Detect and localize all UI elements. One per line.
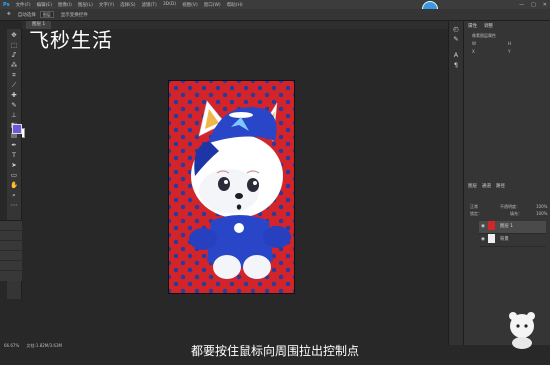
puppy-illustration [189,100,291,279]
hand-tool-icon[interactable]: ✋ [8,181,20,190]
move-tool-icon[interactable]: ✥ [8,31,20,40]
x-field[interactable]: X [472,49,475,55]
fill-value[interactable]: 100% [536,211,547,217]
tab-adjustments[interactable]: 调整 [484,23,493,29]
foreground-color-swatch[interactable] [12,124,22,134]
window-controls: — □ ✕ [519,0,547,9]
lock-label: 锁定： [470,211,482,216]
maximize-icon[interactable]: □ [531,2,536,8]
path-selection-tool-icon[interactable]: ➤ [8,161,20,170]
zoom-tool-icon[interactable]: ⌕ [8,191,20,200]
shape-tool-icon[interactable]: ▭ [8,171,20,180]
visibility-eye-icon[interactable]: ◉ [481,224,485,229]
menu-select[interactable]: 选择(S) [117,2,138,8]
layer-thumbnail [488,221,496,230]
auto-select-dropdown[interactable]: 图层 [39,11,54,18]
fill-label: 填充： [510,211,522,216]
left-panel-row[interactable] [0,241,22,251]
opacity-label: 不透明度： [500,204,520,209]
layer-name[interactable]: 背景 [500,237,509,242]
left-panel-row[interactable] [0,231,22,241]
menu-type[interactable]: 文字(Y) [96,2,117,8]
tab-properties[interactable]: 属性 [468,23,477,29]
width-field[interactable]: W [472,41,476,47]
menu-3d[interactable]: 3D(D) [160,2,179,7]
menu-image[interactable]: 图像(I) [55,2,75,8]
marquee-tool-icon[interactable]: ⬚ [8,41,20,50]
photoshop-logo-icon: Ps [3,1,10,8]
tab-channels[interactable]: 通道 [482,183,491,189]
right-panel-dock: 属性 调整 像素图层属性 W H X Y 图层 通道 路径 正常 不透明度： 1… [463,21,550,345]
visibility-eye-icon[interactable]: ◉ [481,237,485,242]
move-tool-icon[interactable]: ✥ [7,12,11,17]
height-field[interactable]: H [508,41,511,47]
show-transform-checkbox[interactable]: 显示变换控件 [61,12,88,18]
layer-name[interactable]: 图层 1 [500,224,513,229]
opacity-value[interactable]: 100% [536,204,547,210]
crop-tool-icon[interactable]: ⌗ [8,71,20,80]
channel-watermark: 飞秒生活 [29,28,113,52]
brush-tool-icon[interactable]: ✎ [8,101,20,110]
eyedropper-tool-icon[interactable]: ⟋ [8,81,20,90]
menu-bar: Ps 文件(F) 编辑(E) 图像(I) 图层(L) 文字(Y) 选择(S) 滤… [0,0,550,9]
more-tools-icon[interactable]: ⋯ [8,201,20,210]
tab-layers[interactable]: 图层 [468,183,477,189]
type-tool-icon[interactable]: T [8,151,20,160]
healing-brush-tool-icon[interactable]: ✚ [8,91,20,100]
layer-row[interactable]: ◉ 背景 [479,234,546,247]
collapsed-left-panel [0,220,22,281]
minimize-icon[interactable]: — [519,2,524,8]
document-canvas[interactable] [169,81,294,293]
magic-wand-tool-icon[interactable]: ⁂ [8,61,20,70]
menu-window[interactable]: 窗口(W) [201,2,224,8]
menu-filter[interactable]: 滤镜(T) [139,2,160,8]
menu-file[interactable]: 文件(F) [13,2,34,8]
panel-icon-strip: ◴ ✎ A ¶ [448,21,463,345]
lasso-tool-icon[interactable]: ᔑ [8,51,20,60]
auto-select-label[interactable]: 自动选择 [18,12,36,18]
blend-mode-dropdown[interactable]: 正常 [470,204,478,210]
brush-panel-icon[interactable]: ✎ [450,35,462,44]
layer-row[interactable]: ◉ 图层 1 [479,221,546,234]
video-subtitle: 都要按住鼠标向周围拉出控制点 [190,344,359,358]
layer-thumbnail [488,234,496,243]
menu-view[interactable]: 视图(V) [179,2,201,8]
left-panel-row[interactable] [0,251,22,261]
paragraph-panel-icon[interactable]: ¶ [450,61,462,70]
menu-help[interactable]: 帮助(H) [224,2,246,8]
left-panel-row[interactable] [0,221,22,231]
options-bar: ✥ 自动选择 图层 显示变换控件 [0,9,550,21]
tab-paths[interactable]: 路径 [496,183,505,189]
properties-title: 像素图层属性 [472,33,496,38]
character-panel-icon[interactable]: A [450,51,462,60]
left-panel-row[interactable] [0,261,22,271]
stamp-tool-icon[interactable]: ⊥ [8,111,20,120]
history-panel-icon[interactable]: ◴ [450,25,462,34]
mascot-sticker-icon [509,312,535,349]
pen-tool-icon[interactable]: ✒ [8,141,20,150]
menu-layer[interactable]: 图层(L) [75,2,96,8]
menu-edit[interactable]: 编辑(E) [34,2,55,8]
close-icon[interactable]: ✕ [543,2,547,8]
y-field[interactable]: Y [508,49,510,55]
